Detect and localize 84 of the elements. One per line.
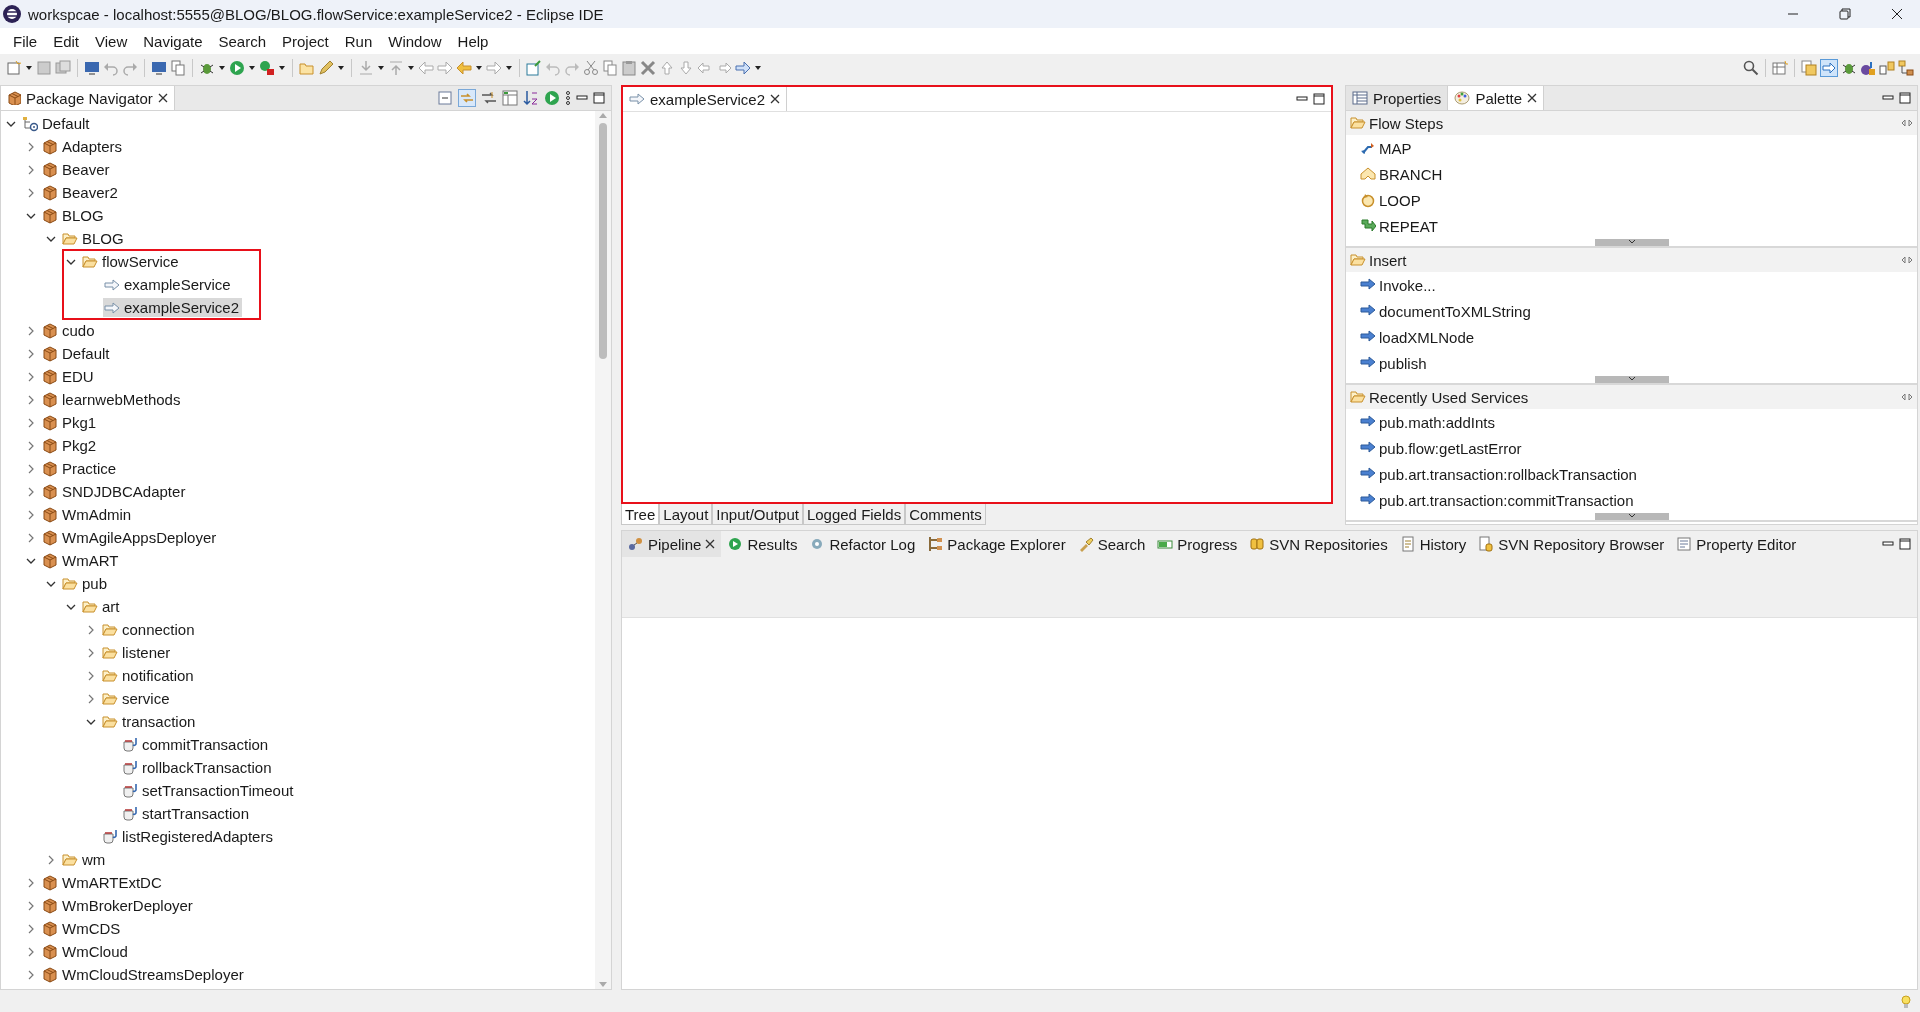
view-tab[interactable]: Pipeline: [622, 531, 722, 557]
tree-item[interactable]: rollbackTransaction: [121, 758, 275, 777]
tree-item[interactable]: Beaver2: [41, 183, 121, 202]
editor-bottom-tab[interactable]: Tree: [621, 504, 660, 525]
editor-bottom-tab[interactable]: Input/Output: [712, 504, 803, 525]
tree-item[interactable]: Practice: [41, 459, 120, 478]
view-tab[interactable]: Results: [721, 531, 804, 557]
tree-item[interactable]: WmBrokerDeployer: [41, 896, 196, 915]
tree-item[interactable]: Default: [41, 344, 113, 363]
tree-item[interactable]: WmCloud: [41, 942, 131, 961]
tree-item[interactable]: BLOG: [41, 206, 107, 225]
view-tab[interactable]: SVN Repositories: [1243, 531, 1394, 557]
menu-item[interactable]: Navigate: [136, 30, 210, 52]
view-tab[interactable]: Package Explorer: [921, 531, 1072, 557]
drawer-title[interactable]: Insert: [1369, 251, 1407, 269]
editor-bottom-tab[interactable]: Comments: [905, 504, 986, 525]
tree-item[interactable]: WmART: [41, 551, 122, 570]
tree-item[interactable]: art: [81, 597, 123, 616]
palette-item[interactable]: BRANCH: [1360, 161, 1917, 187]
menu-item[interactable]: Help: [450, 30, 496, 52]
menu-item[interactable]: View: [88, 30, 135, 52]
palette-item[interactable]: MAP: [1360, 135, 1917, 161]
tree-item[interactable]: WmARTExtDC: [41, 873, 165, 892]
view-tab[interactable]: Package Navigator: [1, 86, 175, 110]
menu-item[interactable]: File: [6, 30, 45, 52]
menu-item[interactable]: Run: [337, 30, 380, 52]
tree-item[interactable]: connection: [101, 620, 198, 639]
view-tab[interactable]: History: [1393, 531, 1473, 557]
tree-item[interactable]: Default: [21, 114, 93, 133]
tree-item[interactable]: WmAgileAppsDeployer: [41, 528, 220, 547]
palette-item[interactable]: pub.art.transaction:commitTransaction: [1360, 487, 1917, 513]
tree-item[interactable]: cudo: [41, 321, 98, 340]
tree-item[interactable]: Beaver: [41, 160, 113, 179]
palette-item[interactable]: publish: [1360, 350, 1917, 376]
palette-item[interactable]: pub.art.transaction:rollbackTransaction: [1360, 461, 1917, 487]
window-title: workspcae - localhost:5555@BLOG/BLOG.flowService:exampleService2 - Eclipse IDE: [28, 5, 604, 23]
tree-item[interactable]: exampleService: [103, 275, 234, 294]
menu-item[interactable]: Project: [275, 30, 336, 52]
tree-item[interactable]: Pkg2: [41, 436, 100, 455]
palette-item[interactable]: pub.flow:getLastError: [1360, 435, 1917, 461]
tree-item[interactable]: wm: [61, 850, 109, 869]
editor-bottom-tab[interactable]: Logged Fields: [802, 504, 906, 525]
tree-item[interactable]: WmAdmin: [41, 505, 135, 524]
menu-item[interactable]: Window: [381, 30, 449, 52]
drawer-header[interactable]: Recently Used Services: [1346, 385, 1917, 409]
tree-item[interactable]: EDU: [41, 367, 97, 386]
view-tab[interactable]: Refactor Log: [803, 531, 922, 557]
tree-item[interactable]: notification: [101, 666, 197, 685]
tree-item[interactable]: WmCDS: [41, 919, 124, 938]
editor-bottom-tab[interactable]: Layout: [659, 504, 713, 525]
tree-item[interactable]: listener: [101, 643, 174, 662]
drawer-header[interactable]: Flow Steps: [1346, 111, 1917, 135]
tree-item[interactable]: WmCloudStreamsDeployer: [41, 965, 247, 984]
palette-item[interactable]: documentToXMLString: [1360, 298, 1917, 324]
view-tab[interactable]: Palette: [1448, 86, 1545, 110]
palette-item[interactable]: LOOP: [1360, 187, 1917, 213]
tree-item[interactable]: commitTransaction: [121, 735, 272, 754]
tree-item[interactable]: BLOG: [61, 229, 127, 248]
menu-item[interactable]: Edit: [46, 30, 87, 52]
tree-item[interactable]: service: [101, 689, 173, 708]
drawer-title[interactable]: Flow Steps: [1369, 114, 1444, 132]
tree-item[interactable]: exampleService2: [103, 298, 243, 317]
palette-item[interactable]: REPEAT: [1360, 213, 1917, 239]
view-tab[interactable]: Progress: [1151, 531, 1244, 557]
drawer-header[interactable]: Insert: [1346, 248, 1917, 272]
tree-item[interactable]: flowService: [81, 252, 182, 271]
tree-item[interactable]: setTransactionTimeout: [121, 781, 297, 800]
palette-item[interactable]: pub.math:addInts: [1360, 409, 1917, 435]
tree-item[interactable]: pub: [61, 574, 111, 593]
tree-item[interactable]: Adapters: [41, 137, 126, 156]
palette-item[interactable]: loadXMLNode: [1360, 324, 1917, 350]
view-tab[interactable]: Search: [1071, 531, 1152, 557]
view-tab[interactable]: SVN Repository Browser: [1472, 531, 1671, 557]
tree-item[interactable]: startTransaction: [121, 804, 252, 823]
tree-item[interactable]: SNDJDBCAdapter: [41, 482, 189, 501]
tree-item[interactable]: Pkg1: [41, 413, 100, 432]
menu-item[interactable]: Search: [211, 30, 273, 52]
palette-item[interactable]: Invoke...: [1360, 272, 1917, 298]
tree-item[interactable]: listRegisteredAdapters: [101, 827, 276, 846]
view-tab[interactable]: Properties: [1346, 86, 1449, 110]
view-tab[interactable]: Property Editor: [1670, 531, 1803, 557]
tree-item[interactable]: learnwebMethods: [41, 390, 184, 409]
tree-item[interactable]: transaction: [101, 712, 199, 731]
drawer-title[interactable]: Recently Used Services: [1369, 388, 1529, 406]
